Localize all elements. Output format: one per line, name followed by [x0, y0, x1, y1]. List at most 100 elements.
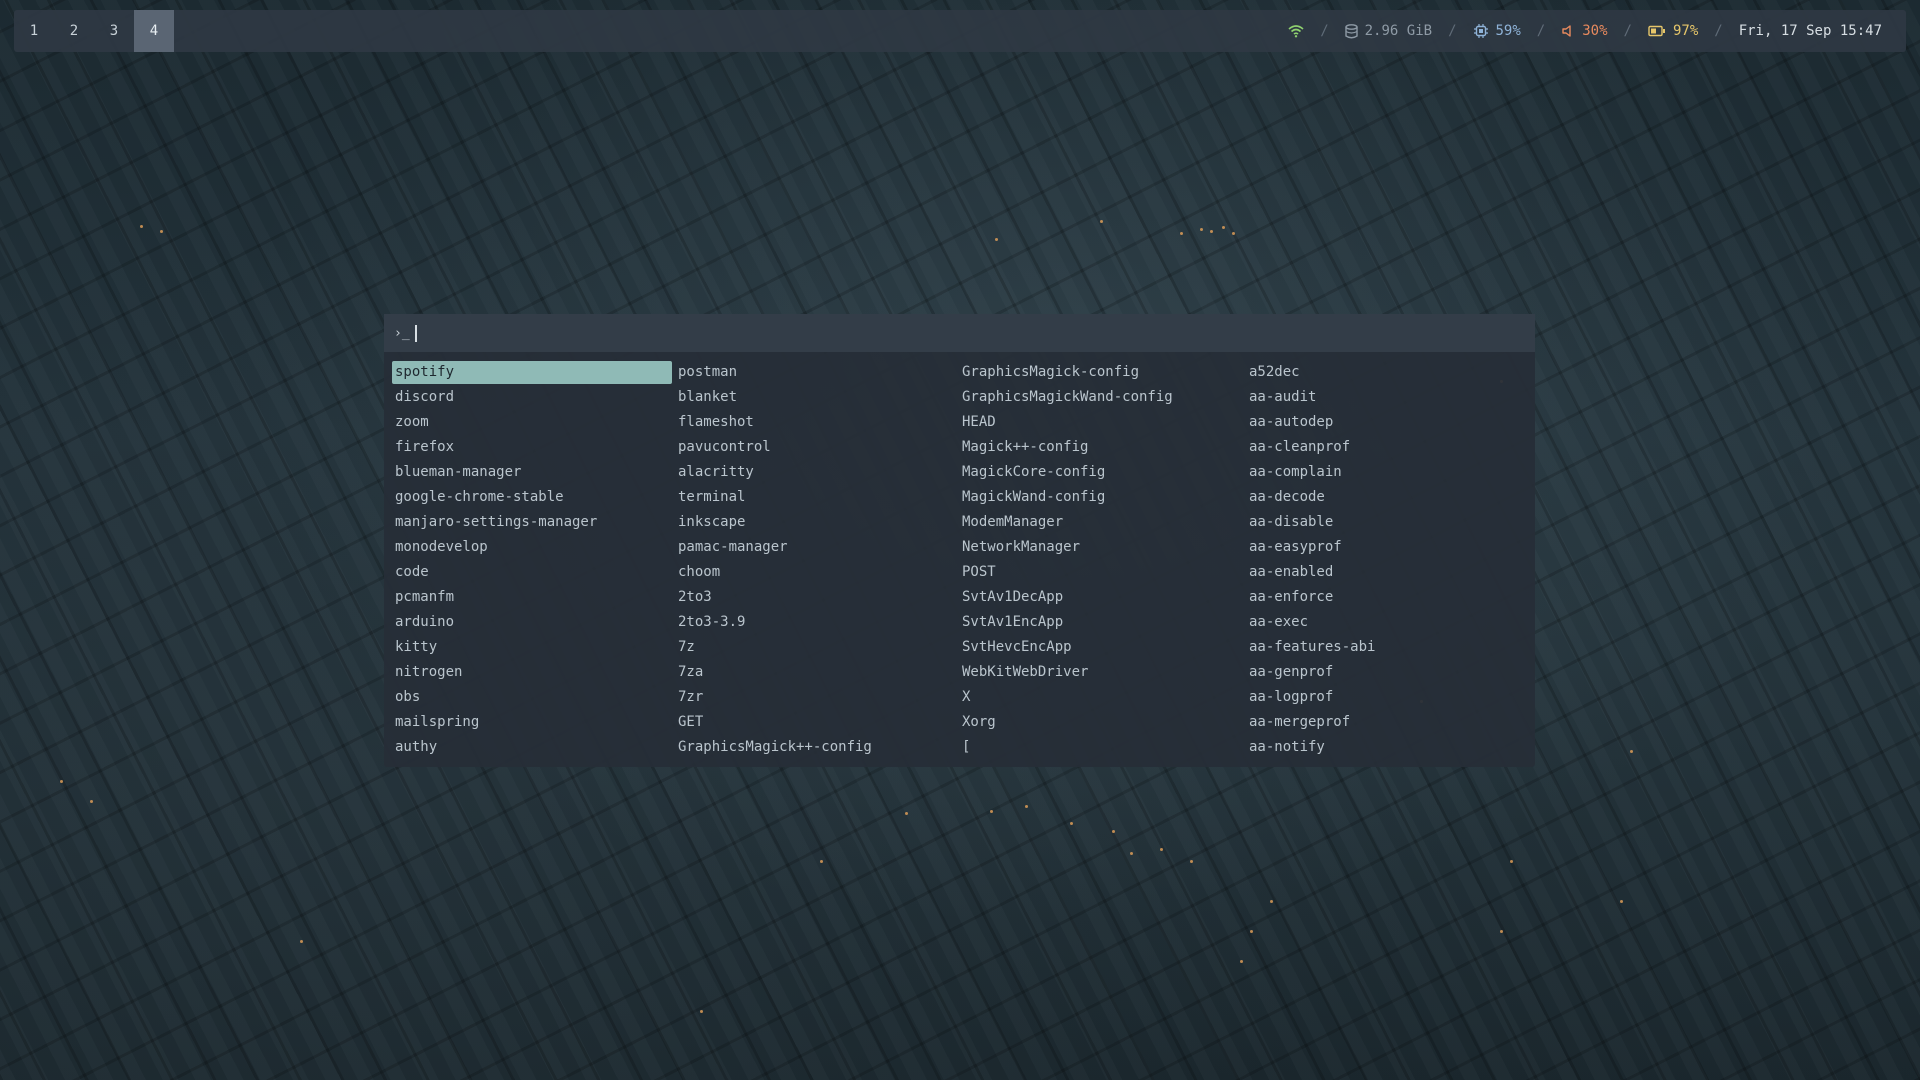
launcher-item[interactable]: alacritty	[675, 460, 959, 485]
city-light	[820, 860, 823, 863]
launcher-item[interactable]: [	[959, 735, 1246, 760]
launcher-item[interactable]: aa-mergeprof	[1246, 710, 1529, 735]
cpu-value: 59%	[1495, 23, 1521, 39]
launcher-item[interactable]: SvtAv1EncApp	[959, 610, 1246, 635]
volume-module[interactable]: 30%	[1561, 23, 1608, 39]
cpu-chip-icon	[1473, 23, 1489, 39]
battery-module: 97%	[1648, 23, 1698, 39]
launcher-item[interactable]: a52dec	[1246, 360, 1529, 385]
city-light	[1130, 852, 1133, 855]
city-light	[990, 810, 993, 813]
launcher-item[interactable]: monodevelop	[392, 535, 675, 560]
launcher-item[interactable]: aa-features-abi	[1246, 635, 1529, 660]
launcher-item[interactable]: discord	[392, 385, 675, 410]
city-light	[1025, 805, 1028, 808]
workspace-3-button[interactable]: 3	[94, 10, 134, 52]
launcher-item[interactable]: MagickCore-config	[959, 460, 1246, 485]
launcher-item[interactable]: aa-logprof	[1246, 685, 1529, 710]
launcher-item[interactable]: HEAD	[959, 410, 1246, 435]
memory-module: 2.96 GiB	[1344, 23, 1433, 39]
city-light	[1500, 930, 1503, 933]
launcher-item[interactable]: code	[392, 560, 675, 585]
launcher-item[interactable]: blueman-manager	[392, 460, 675, 485]
launcher-item[interactable]: postman	[675, 360, 959, 385]
cpu-module: 59%	[1473, 23, 1521, 39]
launcher-item[interactable]: obs	[392, 685, 675, 710]
launcher-item[interactable]: kitty	[392, 635, 675, 660]
launcher-item[interactable]: 7zr	[675, 685, 959, 710]
workspace-2-button[interactable]: 2	[54, 10, 94, 52]
launcher-item[interactable]: aa-disable	[1246, 510, 1529, 535]
city-light	[1240, 960, 1243, 963]
launcher-item[interactable]: aa-audit	[1246, 385, 1529, 410]
launcher-item[interactable]: spotify	[392, 361, 672, 384]
launcher-item[interactable]: aa-autodep	[1246, 410, 1529, 435]
launcher-item[interactable]: aa-cleanprof	[1246, 435, 1529, 460]
launcher-item[interactable]: arduino	[392, 610, 675, 635]
launcher-item[interactable]: aa-notify	[1246, 735, 1529, 760]
launcher-item[interactable]: nitrogen	[392, 660, 675, 685]
launcher-item[interactable]: Magick++-config	[959, 435, 1246, 460]
launcher-item[interactable]: zoom	[392, 410, 675, 435]
wifi-icon	[1288, 24, 1304, 38]
launcher-item[interactable]: pcmanfm	[392, 585, 675, 610]
launcher-item[interactable]: GraphicsMagick-config	[959, 360, 1246, 385]
launcher-item[interactable]: choom	[675, 560, 959, 585]
launcher-item[interactable]: 2to3	[675, 585, 959, 610]
city-light	[300, 940, 303, 943]
text-cursor	[414, 324, 417, 342]
city-light	[1270, 900, 1273, 903]
launcher-item[interactable]: aa-decode	[1246, 485, 1529, 510]
wifi-module[interactable]	[1288, 24, 1304, 38]
launcher-item[interactable]: GraphicsMagickWand-config	[959, 385, 1246, 410]
city-light	[1200, 228, 1203, 231]
app-launcher: ›_ spotify discord zoom firefox blueman-mana…	[384, 314, 1535, 767]
launcher-item[interactable]: pavucontrol	[675, 435, 959, 460]
launcher-item[interactable]: manjaro-settings-manager	[392, 510, 675, 535]
city-light	[90, 800, 93, 803]
city-light	[1510, 860, 1513, 863]
clock: Fri, 17 Sep 15:47	[1738, 23, 1882, 39]
memory-value: 2.96 GiB	[1364, 23, 1433, 39]
launcher-item[interactable]: X	[959, 685, 1246, 710]
launcher-item[interactable]: pamac-manager	[675, 535, 959, 560]
city-light	[1630, 750, 1633, 753]
launcher-item[interactable]: NetworkManager	[959, 535, 1246, 560]
launcher-item[interactable]: MagickWand-config	[959, 485, 1246, 510]
launcher-item[interactable]: 7za	[675, 660, 959, 685]
launcher-item[interactable]: aa-exec	[1246, 610, 1529, 635]
launcher-item[interactable]: mailspring	[392, 710, 675, 735]
launcher-item[interactable]: POST	[959, 560, 1246, 585]
city-light	[905, 812, 908, 815]
launcher-item[interactable]: firefox	[392, 435, 675, 460]
launcher-item[interactable]: GET	[675, 710, 959, 735]
city-light	[1070, 822, 1073, 825]
workspace-1-button[interactable]: 1	[14, 10, 54, 52]
launcher-item[interactable]: flameshot	[675, 410, 959, 435]
launcher-item[interactable]: GraphicsMagick++-config	[675, 735, 959, 760]
launcher-search-input[interactable]: ›_	[384, 314, 1535, 352]
launcher-item[interactable]: authy	[392, 735, 675, 760]
city-light	[1620, 900, 1623, 903]
workspace-4-button[interactable]: 4	[134, 10, 174, 52]
launcher-item[interactable]: google-chrome-stable	[392, 485, 675, 510]
launcher-item[interactable]: aa-easyprof	[1246, 535, 1529, 560]
city-light	[700, 1010, 703, 1013]
launcher-item[interactable]: ModemManager	[959, 510, 1246, 535]
battery-icon	[1648, 25, 1666, 37]
launcher-item[interactable]: aa-complain	[1246, 460, 1529, 485]
launcher-item[interactable]: 7z	[675, 635, 959, 660]
launcher-item[interactable]: blanket	[675, 385, 959, 410]
launcher-item[interactable]: aa-genprof	[1246, 660, 1529, 685]
launcher-item[interactable]: aa-enforce	[1246, 585, 1529, 610]
prompt-symbol: ›_	[394, 325, 410, 341]
city-light	[1250, 930, 1253, 933]
launcher-item[interactable]: Xorg	[959, 710, 1246, 735]
launcher-item[interactable]: inkscape	[675, 510, 959, 535]
launcher-item[interactable]: WebKitWebDriver	[959, 660, 1246, 685]
launcher-item[interactable]: terminal	[675, 485, 959, 510]
launcher-item[interactable]: SvtAv1DecApp	[959, 585, 1246, 610]
launcher-item[interactable]: 2to3-3.9	[675, 610, 959, 635]
launcher-item[interactable]: aa-enabled	[1246, 560, 1529, 585]
launcher-item[interactable]: SvtHevcEncApp	[959, 635, 1246, 660]
